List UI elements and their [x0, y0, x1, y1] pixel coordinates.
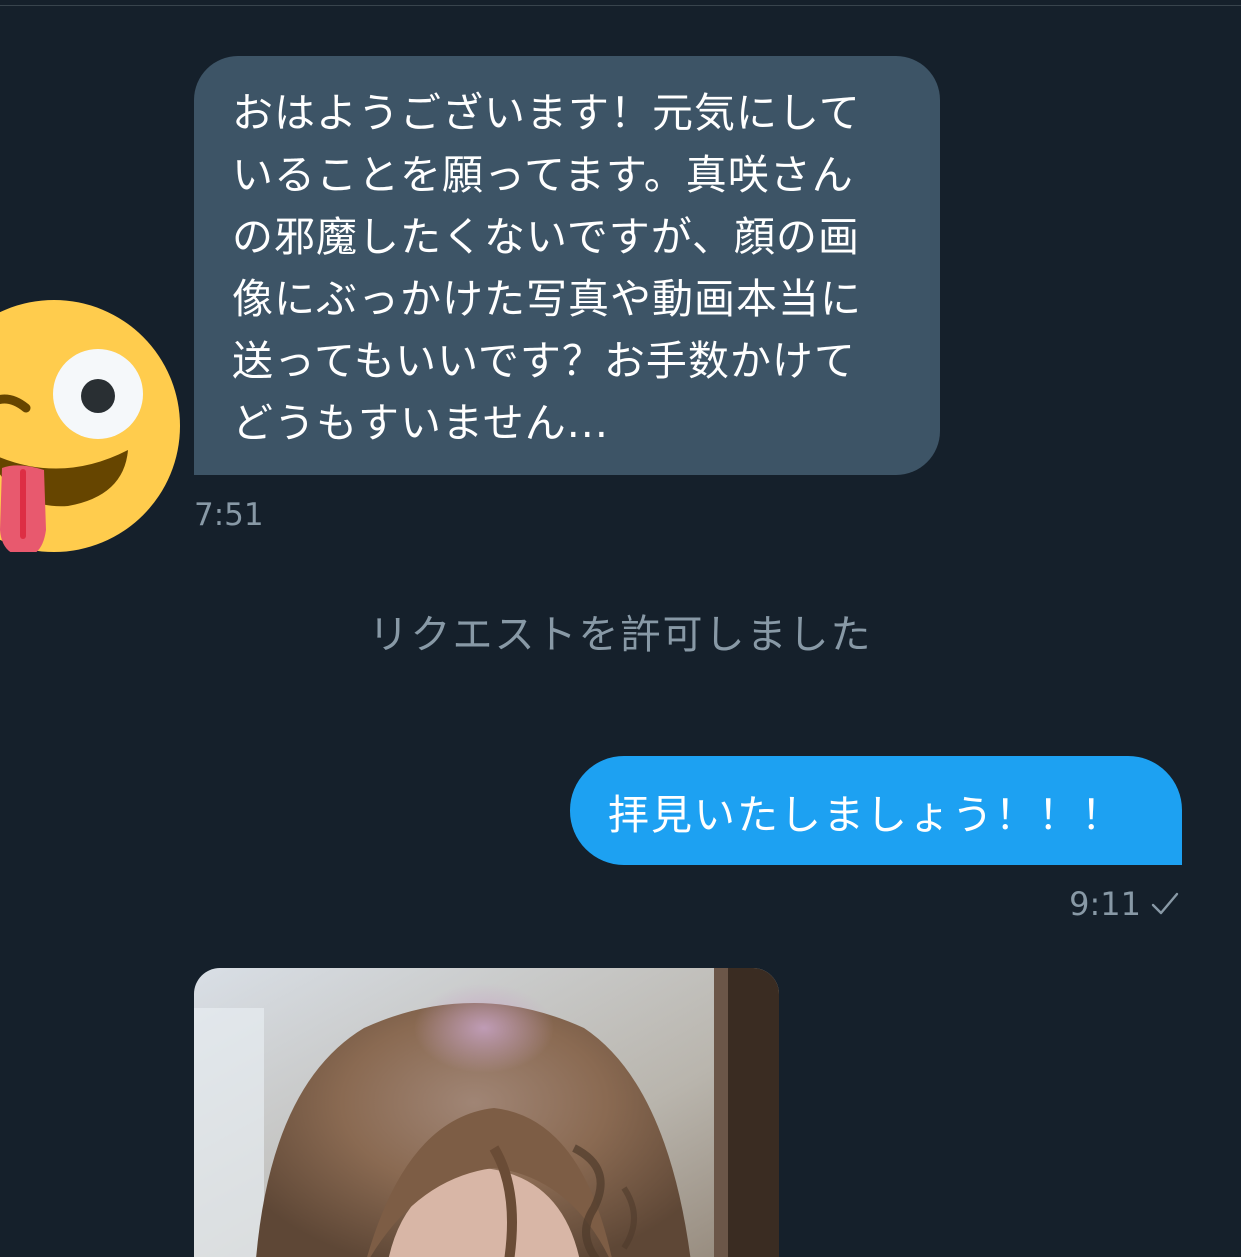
dm-conversation-screen: おはようございます！元気にして いることを願ってます。真咲さん の邪魔したくない…: [0, 0, 1241, 1257]
outgoing-message-timestamp: 9:11: [1069, 885, 1141, 923]
photo-attachment-image: [194, 968, 779, 1257]
incoming-message-line: どうもすいません...: [232, 399, 609, 447]
incoming-message-line: おはようございます！元気にして: [232, 89, 861, 137]
outgoing-message-meta: 9:11: [1069, 884, 1179, 924]
sender-avatar[interactable]: [0, 300, 180, 557]
incoming-message-timestamp: 7:51: [194, 497, 264, 533]
outgoing-message-bubble[interactable]: 拝見いたしましょう！！！: [570, 756, 1182, 865]
winking-face-with-tongue-icon: [0, 300, 180, 557]
incoming-message-bubble[interactable]: おはようございます！元気にして いることを願ってます。真咲さん の邪魔したくない…: [194, 56, 940, 475]
sent-check-icon: [1151, 892, 1179, 915]
incoming-message-line: 像にぶっかけた写真や動画本当に: [232, 275, 862, 323]
incoming-message-line: の邪魔したくないですが、顔の画: [232, 213, 860, 261]
outgoing-message-text: 拝見いたしましょう！！！: [608, 790, 1124, 839]
photo-message[interactable]: [194, 968, 779, 1257]
incoming-message-line: いることを願ってます。真咲さん: [232, 151, 854, 199]
incoming-message-line: 送ってもいいです？お手数かけて: [232, 337, 856, 385]
header-divider: [0, 5, 1241, 6]
request-accepted-notice: リクエストを許可しました: [368, 612, 873, 658]
